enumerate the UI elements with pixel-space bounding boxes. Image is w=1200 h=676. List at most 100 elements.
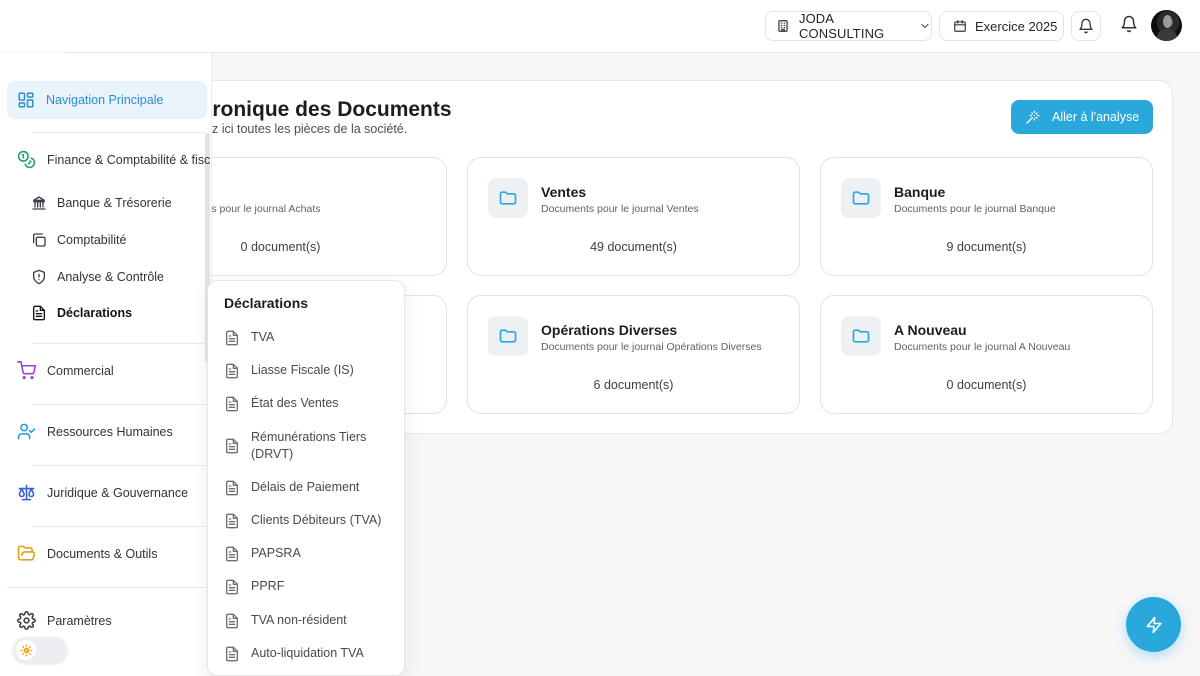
lightning-icon [1145, 616, 1163, 634]
company-selector[interactable]: JODA CONSULTING [765, 11, 932, 41]
journal-description: Documents pour le journal Opérations Div… [541, 341, 762, 353]
settings-icon [17, 611, 36, 630]
menu-item-etat-des-ventes[interactable]: État des Ventes [224, 395, 339, 412]
menu-item-delais-de-paiement[interactable]: Délais de Paiement [224, 479, 359, 496]
folder-open-icon [17, 544, 36, 563]
alerts-bell-icon[interactable] [1120, 15, 1138, 33]
folder-icon [841, 178, 881, 218]
sidebar-item-finance[interactable]: Finance & Comptabilité & fisc [17, 150, 210, 169]
header-divider [66, 52, 1200, 53]
theme-toggle[interactable] [13, 637, 67, 663]
journal-count: 0 document(s) [946, 378, 1027, 392]
journal-card-ventes[interactable]: Ventes Documents pour le journal Ventes … [467, 157, 800, 276]
menu-item-auto-liquidation-tva[interactable]: Auto-liquidation TVA [224, 645, 364, 662]
sun-icon [16, 640, 36, 660]
notifications-button[interactable] [1071, 11, 1101, 41]
menu-item-tva[interactable]: TVA [224, 329, 274, 346]
declarations-flyout-menu: Déclarations TVA Liasse Fiscale (IS) Éta… [207, 280, 405, 676]
sidebar-item-label: Comptabilité [57, 233, 127, 247]
journal-card-a-nouveau[interactable]: A Nouveau Documents pour le journal A No… [820, 295, 1153, 414]
analyse-button[interactable]: Aller à l'analyse [1011, 100, 1153, 134]
menu-item-label: TVA non-résident [251, 613, 347, 627]
menu-item-label: PPRF [251, 579, 285, 593]
sidebar-item-label: Navigation Principale [46, 93, 164, 107]
sidebar-divider [32, 465, 206, 466]
journal-description: Documents pour le journal A Nouveau [894, 341, 1071, 353]
sidebar-item-navigation-principale[interactable]: Navigation Principale [7, 81, 207, 119]
file-text-icon [224, 579, 240, 595]
menu-item-label: Liasse Fiscale (IS) [251, 363, 354, 377]
sidebar-item-declarations[interactable]: Déclarations [31, 305, 132, 321]
journal-description: Documents pour le journal Banque [894, 203, 1056, 215]
sidebar-item-label: Paramètres [47, 613, 112, 628]
analyse-button-label: Aller à l'analyse [1052, 110, 1140, 124]
menu-item-liasse-fiscale[interactable]: Liasse Fiscale (IS) [224, 362, 354, 379]
menu-item-remunerations-tiers[interactable]: Rémunérations Tiers (DRVT) [224, 429, 384, 463]
sidebar-item-banque-tresorerie[interactable]: Banque & Trésorerie [31, 195, 172, 211]
sidebar-item-commercial[interactable]: Commercial [17, 361, 114, 380]
sidebar-divider [32, 526, 206, 527]
sidebar-item-comptabilite[interactable]: Comptabilité [31, 232, 126, 248]
coins-icon [17, 150, 36, 169]
menu-item-label: Délais de Paiement [251, 480, 360, 494]
quick-action-button[interactable] [1126, 597, 1181, 652]
sidebar-item-label: Analyse & Contrôle [57, 270, 165, 284]
menu-item-label: TVA [251, 330, 275, 344]
file-text-icon [224, 438, 240, 454]
scale-icon [17, 483, 36, 502]
sidebar-divider [32, 343, 206, 344]
menu-item-papsra[interactable]: PAPSRA [224, 545, 301, 562]
file-text-icon [224, 396, 240, 412]
exercise-label: Exercice 2025 [975, 18, 1058, 34]
file-text-icon [224, 646, 240, 662]
sidebar-item-analyse-controle[interactable]: Analyse & Contrôle [31, 269, 164, 285]
magic-wand-icon [1025, 110, 1040, 125]
journal-count: 9 document(s) [946, 240, 1027, 254]
company-name: JODA CONSULTING [799, 11, 885, 41]
menu-item-tva-non-resident[interactable]: TVA non-résident [224, 612, 347, 629]
journal-card-banque[interactable]: Banque Documents pour le journal Banque … [820, 157, 1153, 276]
sidebar-item-label: Finance & Comptabilité & fisc [47, 152, 211, 167]
sidebar-item-label: Banque & Trésorerie [57, 196, 172, 210]
menu-item-clients-debiteurs[interactable]: Clients Débiteurs (TVA) [224, 512, 381, 529]
file-text-icon [224, 546, 240, 562]
sidebar-item-parametres[interactable]: Paramètres [17, 611, 112, 630]
journal-name: Banque [894, 184, 946, 200]
folder-icon [488, 178, 528, 218]
file-text-icon [224, 480, 240, 496]
shield-alert-icon [31, 269, 47, 285]
file-text-icon [224, 363, 240, 379]
dashboard-grid-icon [17, 91, 35, 109]
menu-item-pprf[interactable]: PPRF [224, 578, 284, 595]
user-avatar[interactable] [1151, 10, 1182, 41]
journal-description: Documents pour le journal Ventes [541, 203, 699, 215]
sidebar-divider [32, 132, 206, 133]
journal-card-operations-diverses[interactable]: Opérations Diverses Documents pour le jo… [467, 295, 800, 414]
sidebar-divider [32, 404, 206, 405]
avatar-face [1163, 15, 1172, 28]
sidebar: Navigation Principale Finance & Comptabi… [0, 53, 212, 676]
page-title: ectronique des Documents [182, 98, 452, 121]
sidebar-item-ressources-humaines[interactable]: Ressources Humaines [17, 422, 173, 441]
sidebar-item-documents-outils[interactable]: Documents & Outils [17, 544, 157, 563]
menu-item-label: Auto-liquidation TVA [251, 646, 364, 660]
sidebar-item-label: Déclarations [57, 306, 133, 320]
sidebar-divider [7, 587, 207, 588]
copy-icon [31, 232, 47, 248]
menu-item-label: Rémunérations Tiers (DRVT) [251, 430, 367, 461]
calendar-icon [953, 19, 967, 33]
journal-name: Opérations Diverses [541, 322, 678, 338]
sidebar-item-juridique[interactable]: Juridique & Gouvernance [17, 483, 188, 502]
folder-icon [488, 316, 528, 356]
sidebar-item-label: Documents & Outils [47, 546, 158, 561]
bank-icon [31, 195, 47, 211]
journal-name: Ventes [541, 184, 587, 200]
menu-item-label: Clients Débiteurs (TVA) [251, 513, 382, 527]
file-text-icon [31, 305, 47, 321]
exercise-selector[interactable]: Exercice 2025 [939, 11, 1064, 41]
menu-item-label: PAPSRA [251, 546, 301, 560]
journal-count: 49 document(s) [590, 240, 677, 254]
journal-count: 6 document(s) [593, 378, 674, 392]
sidebar-item-label: Ressources Humaines [47, 424, 173, 439]
chevron-down-icon [919, 20, 931, 32]
